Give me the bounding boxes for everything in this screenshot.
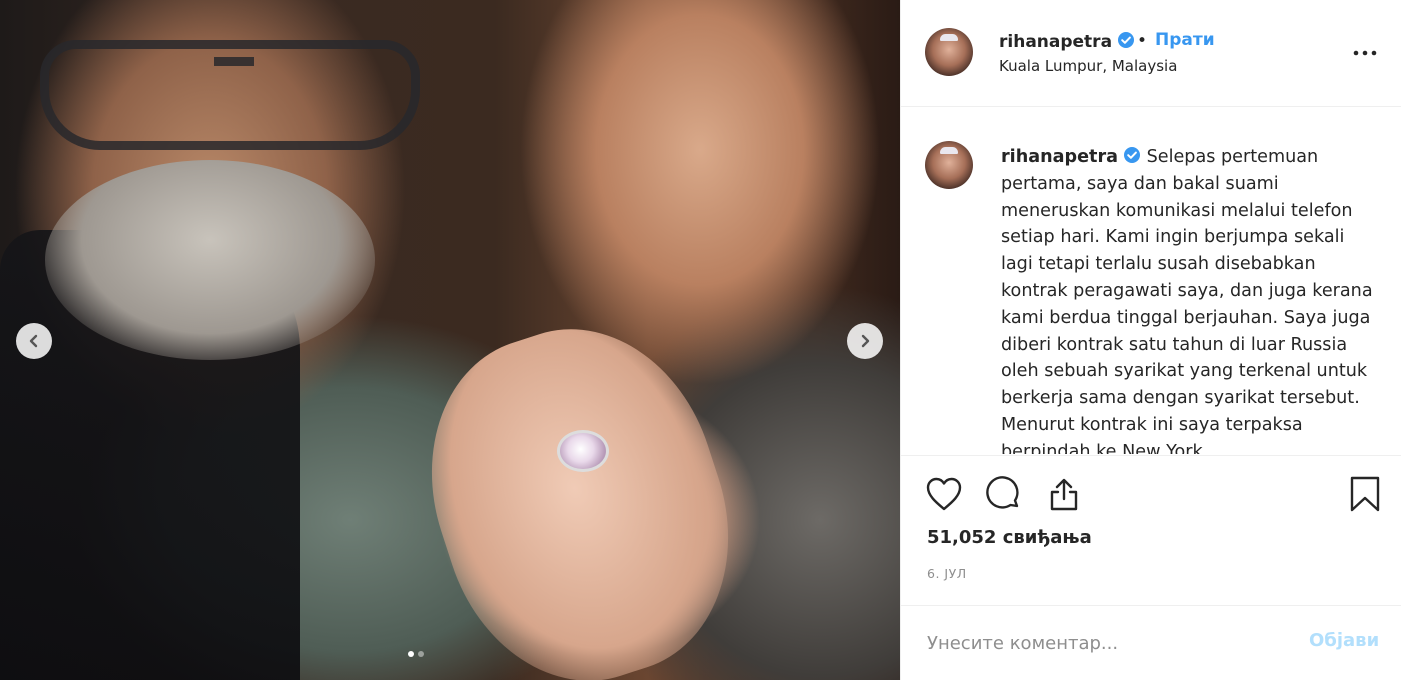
avatar-tiara — [940, 34, 958, 41]
post-header: rihanapetra • Прати Kuala Lumpur, Malays… — [901, 0, 1401, 107]
chevron-right-icon — [861, 334, 870, 348]
carousel-dot-active — [408, 651, 414, 657]
avatar[interactable] — [925, 28, 973, 76]
post-sidebar: rihanapetra • Прати Kuala Lumpur, Malays… — [900, 0, 1401, 680]
like-button[interactable] — [925, 476, 963, 515]
separator-dot: • — [1137, 31, 1148, 51]
previous-photo-button[interactable] — [16, 323, 52, 359]
more-options-button[interactable] — [1353, 44, 1377, 59]
carousel-indicator — [408, 651, 424, 657]
follow-button[interactable]: Прати — [1155, 30, 1215, 50]
username-text: rihanapetra — [999, 32, 1113, 52]
bookmark-icon — [1350, 476, 1380, 512]
photo-detail-face — [45, 160, 375, 360]
avatar-tiara — [940, 147, 958, 154]
action-bar — [901, 455, 1401, 536]
post-caption: rihanapetra Selepas pertemuan pertama, s… — [1001, 144, 1373, 454]
comments-section[interactable]: rihanapetra Selepas pertemuan pertama, s… — [901, 107, 1401, 454]
username-link[interactable]: rihanapetra — [999, 31, 1135, 52]
photo-detail-hand — [392, 295, 768, 680]
caption-username-link[interactable]: rihanapetra — [1001, 147, 1141, 167]
verified-badge-icon — [1124, 147, 1140, 163]
caption-text: Selepas pertemuan pertama, saya dan baka… — [1001, 147, 1373, 454]
save-button[interactable] — [1349, 476, 1381, 515]
chevron-left-icon — [29, 334, 38, 348]
comment-button[interactable] — [986, 476, 1022, 515]
post-comment-button[interactable]: Објави — [1309, 630, 1379, 651]
caption-avatar[interactable] — [925, 141, 973, 189]
likes-count[interactable]: 51,052 свиђања — [927, 527, 1092, 548]
more-options-icon — [1353, 50, 1377, 56]
share-icon — [1050, 478, 1078, 511]
comment-form: Објави — [901, 605, 1401, 681]
carousel-dot — [418, 651, 424, 657]
verified-badge-icon — [1118, 32, 1135, 48]
comment-input[interactable] — [925, 628, 1289, 658]
comment-bubble-icon — [986, 476, 1019, 509]
post-photo[interactable] — [0, 0, 900, 680]
photo-detail-ring — [557, 430, 609, 472]
photo-detail-glasses — [40, 40, 420, 150]
location-link[interactable]: Kuala Lumpur, Malaysia — [999, 57, 1177, 75]
heart-icon — [926, 477, 962, 511]
share-button[interactable] — [1046, 476, 1082, 515]
caption-username-text: rihanapetra — [1001, 147, 1118, 167]
next-photo-button[interactable] — [847, 323, 883, 359]
post-date[interactable]: 6. ЈУЛ — [927, 566, 967, 581]
